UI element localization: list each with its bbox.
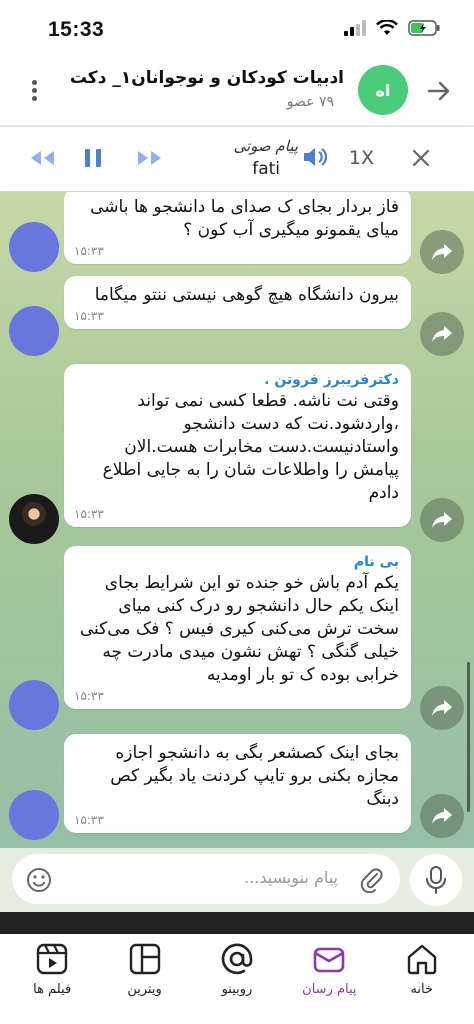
at-icon (221, 943, 253, 975)
speaker-icon (304, 148, 328, 166)
nav-label: روبینو (221, 982, 253, 997)
paperclip-icon (360, 868, 383, 894)
chat-area[interactable]: فاز بردار بجای ک صدای ما دانشجو ها باشی … (0, 192, 474, 848)
fast-forward-icon (138, 151, 161, 165)
showcase-icon (129, 943, 160, 975)
message-time: ۱۵:۳۳ (74, 507, 104, 521)
forward-share-icon (432, 326, 452, 342)
wifi-icon (376, 20, 398, 35)
forward-share-icon (432, 244, 452, 260)
close-player-button[interactable] (410, 147, 432, 173)
nav-item-showcase[interactable]: ویترین (101, 942, 189, 1024)
sender-name[interactable]: بی نام (74, 554, 399, 570)
keyboard-divider (0, 912, 474, 934)
status-time: 15:33 (48, 18, 105, 41)
battery-icon (408, 20, 440, 36)
signal-icon (344, 20, 366, 36)
message-bubble[interactable]: بجای اینک کصشعر بگی به دانشجو اجازه مجاز… (64, 734, 411, 833)
volume-button[interactable] (302, 145, 328, 173)
sender-avatar[interactable] (9, 306, 59, 356)
group-title[interactable]: ادبیات کودکان و نوجوانان۱_ دکت (70, 68, 344, 88)
message-text: بیرون دانشگاه هیچ گوهی نیستی ننتو میگاما (94, 285, 399, 305)
message-placeholder: پیام بنویسید... (244, 868, 338, 887)
message-bubble[interactable]: دکترفریبرز فروتن . وقتی نت ناشه. قطعا کس… (64, 364, 411, 527)
nav-label: خانه (410, 982, 434, 997)
share-button[interactable] (420, 312, 464, 356)
bottom-nav: فیلم ها ویترین روبینو پیام رسان خانه (0, 934, 474, 1024)
more-menu-button[interactable] (22, 78, 46, 106)
sender-avatar[interactable] (9, 790, 59, 840)
group-avatar[interactable]: اه (358, 65, 408, 115)
film-icon (36, 943, 68, 975)
forward-share-icon (432, 700, 452, 716)
chat-header: ادبیات کودکان و نوجوانان۱_ دکت ۷۹ عضو اه (0, 56, 474, 126)
nav-item-rubino[interactable]: روبینو (193, 942, 281, 1024)
messenger-icon (314, 947, 345, 973)
sender-avatar[interactable] (9, 680, 59, 730)
emoji-icon (27, 868, 51, 892)
message-time: ۱۵:۳۳ (74, 244, 104, 258)
microphone-icon (426, 866, 446, 894)
share-button[interactable] (420, 230, 464, 274)
sender-name[interactable]: دکترفریبرز فروتن . (74, 372, 399, 388)
message-bubble[interactable]: بیرون دانشگاه هیچ گوهی نیستی ننتو میگاما… (64, 276, 411, 329)
share-button[interactable] (420, 794, 464, 838)
message-text: یکم آدم باش خو جنده تو این شرایط بجای ای… (79, 573, 399, 685)
rewind-icon (31, 151, 54, 165)
back-button[interactable] (426, 78, 452, 108)
nav-label: پیام رسان (302, 982, 357, 997)
message-text: وقتی نت ناشه. قطعا کسی نمی تواند ،واردشو… (102, 391, 399, 503)
close-icon (412, 149, 430, 167)
sender-avatar[interactable] (9, 222, 59, 272)
mic-button[interactable] (410, 854, 462, 906)
composer-bar: پیام بنویسید... (0, 848, 474, 912)
forward-share-icon (432, 512, 452, 528)
playback-speed[interactable]: 1X (349, 147, 374, 169)
chat-scrollbar[interactable] (467, 662, 470, 812)
member-count: ۷۹ عضو (286, 94, 334, 110)
sender-avatar-photo[interactable] (9, 494, 59, 544)
arrow-right-icon (427, 81, 450, 101)
player-title: پیام صوتی (233, 137, 299, 155)
share-button[interactable] (420, 686, 464, 730)
message-bubble[interactable]: بی نام یکم آدم باش خو جنده تو این شرایط … (64, 546, 411, 709)
message-input[interactable]: پیام بنویسید... (12, 854, 400, 904)
message-time: ۱۵:۳۳ (74, 813, 104, 827)
pause-icon (85, 149, 101, 167)
forward-share-icon (432, 808, 452, 824)
status-icons (344, 20, 440, 36)
nav-item-home[interactable]: خانه (378, 942, 466, 1024)
home-icon (407, 944, 436, 975)
message-time: ۱۵:۳۳ (74, 309, 104, 323)
forward-button[interactable] (136, 149, 164, 171)
emoji-button[interactable] (26, 867, 52, 897)
status-bar: 15:33 (0, 0, 474, 56)
message-text: فاز بردار بجای ک صدای ما دانشجو ها باشی … (90, 197, 399, 240)
nav-label: ویترین (127, 982, 162, 997)
share-button[interactable] (420, 498, 464, 542)
message-time: ۱۵:۳۳ (74, 689, 104, 703)
audio-player: پیام صوتی fati 1X (0, 127, 474, 191)
pause-button[interactable] (82, 147, 104, 173)
nav-label: فیلم ها (33, 982, 72, 997)
nav-item-messenger[interactable]: پیام رسان (285, 942, 373, 1024)
attach-button[interactable] (360, 867, 384, 897)
message-bubble[interactable]: فاز بردار بجای ک صدای ما دانشجو ها باشی … (64, 192, 411, 264)
message-text: بجای اینک کصشعر بگی به دانشجو اجازه مجاز… (110, 743, 399, 809)
nav-item-films[interactable]: فیلم ها (8, 942, 96, 1024)
rewind-button[interactable] (28, 149, 56, 171)
player-sender: fati (252, 159, 280, 179)
